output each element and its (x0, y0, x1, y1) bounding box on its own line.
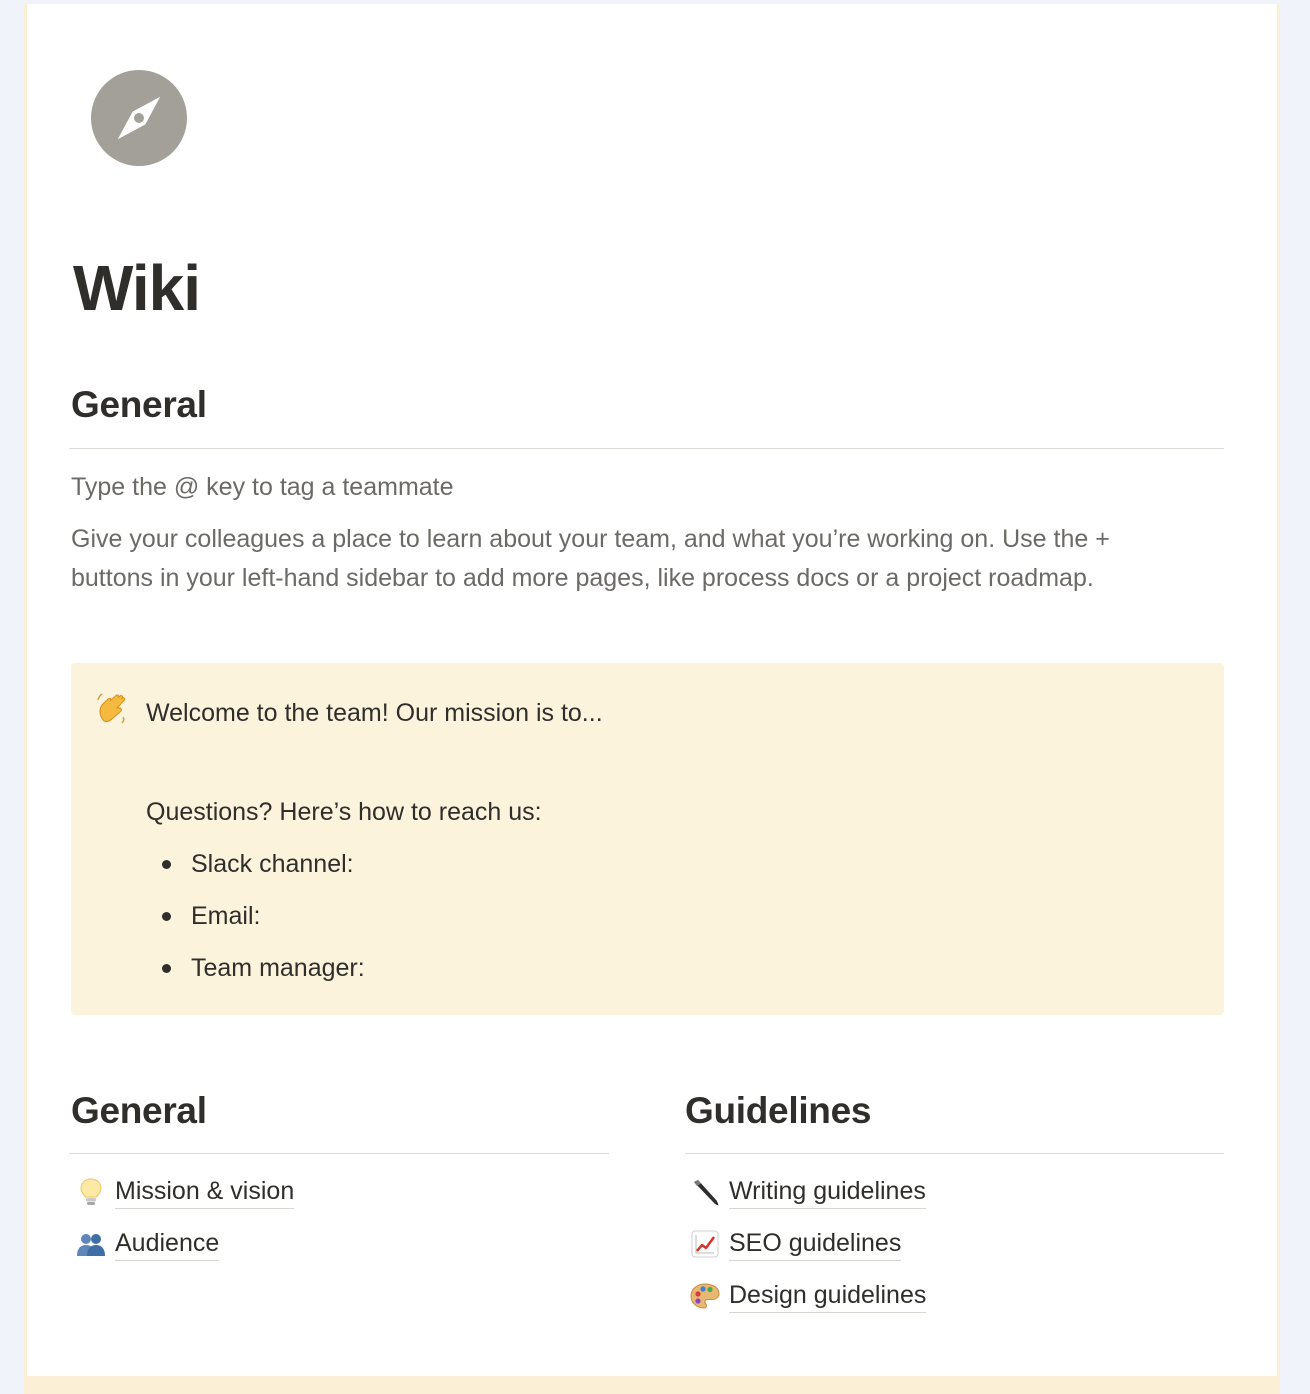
palette-icon (689, 1280, 721, 1312)
page-title[interactable]: Wiki (73, 248, 201, 328)
page-container: Wiki General Type the @ key to tag a tea… (24, 4, 1280, 1394)
mission-vision-label[interactable]: Mission & vision (115, 1175, 295, 1209)
lightbulb-icon (75, 1176, 107, 1208)
slack-channel-label[interactable]: Slack channel: (191, 850, 354, 879)
bullet-dot (162, 911, 171, 921)
guidelines-divider (685, 1153, 1224, 1154)
welcome-text[interactable]: Welcome to the team! Our mission is to..… (146, 695, 603, 731)
welcome-callout[interactable]: Welcome to the team! Our mission is to..… (71, 663, 1224, 1015)
bullet-dot (162, 963, 171, 973)
list-item[interactable]: Slack channel: (146, 846, 354, 882)
general-heading[interactable]: General (71, 382, 207, 428)
guidelines-heading[interactable]: Guidelines (685, 1088, 871, 1134)
compass-icon[interactable] (91, 70, 187, 166)
design-guidelines-label[interactable]: Design guidelines (729, 1279, 927, 1313)
bullet-dot (162, 859, 171, 869)
audience-link[interactable]: Audience (75, 1224, 220, 1264)
chart-increasing-icon (689, 1228, 721, 1260)
list-item[interactable]: Team manager: (146, 950, 365, 986)
audience-label[interactable]: Audience (115, 1227, 220, 1261)
writing-guidelines-label[interactable]: Writing guidelines (729, 1175, 926, 1209)
mission-vision-link[interactable]: Mission & vision (75, 1172, 295, 1212)
people-icon (75, 1228, 107, 1260)
description-line-1[interactable]: Give your colleagues a place to learn ab… (71, 520, 1110, 559)
pen-icon (689, 1176, 721, 1208)
tag-teammate-hint[interactable]: Type the @ key to tag a teammate (71, 468, 454, 507)
general-column-divider (69, 1153, 609, 1154)
team-manager-label[interactable]: Team manager: (191, 954, 365, 983)
seo-guidelines-label[interactable]: SEO guidelines (729, 1227, 902, 1261)
design-guidelines-link[interactable]: Design guidelines (689, 1276, 927, 1316)
email-label[interactable]: Email: (191, 902, 260, 931)
general-column-heading[interactable]: General (71, 1088, 207, 1134)
bottom-accent-strip (24, 1376, 1280, 1394)
description-line-2[interactable]: buttons in your left-hand sidebar to add… (71, 559, 1094, 598)
waving-hand-icon[interactable] (95, 691, 129, 725)
seo-guidelines-link[interactable]: SEO guidelines (689, 1224, 902, 1264)
list-item[interactable]: Email: (146, 898, 260, 934)
writing-guidelines-link[interactable]: Writing guidelines (689, 1172, 926, 1212)
general-divider (69, 448, 1224, 449)
questions-text[interactable]: Questions? Here’s how to reach us: (146, 794, 542, 830)
